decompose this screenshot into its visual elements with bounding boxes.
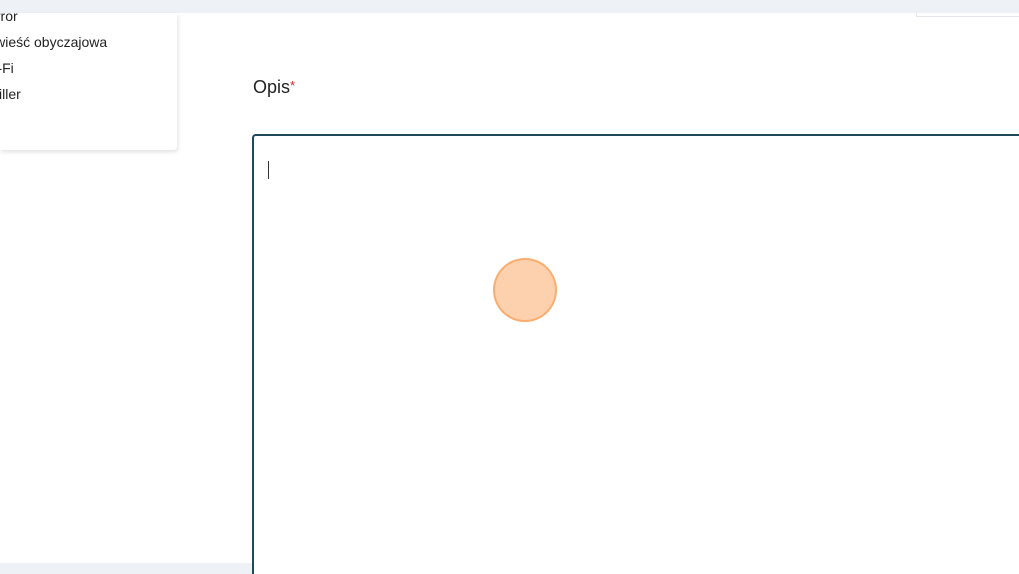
description-textarea[interactable]: [252, 134, 1019, 574]
genre-option-scifi[interactable]: Sci-Fi: [0, 55, 177, 81]
description-label-text: Opis: [253, 77, 291, 97]
click-indicator: [493, 258, 557, 322]
genre-option-horror[interactable]: Horror: [0, 13, 177, 29]
text-cursor: [268, 161, 269, 179]
genre-option-thriller[interactable]: Thriller: [0, 81, 177, 107]
description-label: Opis*: [253, 77, 295, 98]
genre-dropdown-menu: Horror Powieść obyczajowa Sci-Fi Thrille…: [0, 13, 177, 150]
required-asterisk: *: [290, 78, 296, 93]
genre-options-list: Horror Powieść obyczajowa Sci-Fi Thrille…: [0, 13, 177, 107]
genre-option-obyczajowa[interactable]: Powieść obyczajowa: [0, 29, 177, 55]
top-right-panel-edge: [916, 13, 1019, 17]
form-page: Horror Powieść obyczajowa Sci-Fi Thrille…: [0, 13, 1019, 574]
